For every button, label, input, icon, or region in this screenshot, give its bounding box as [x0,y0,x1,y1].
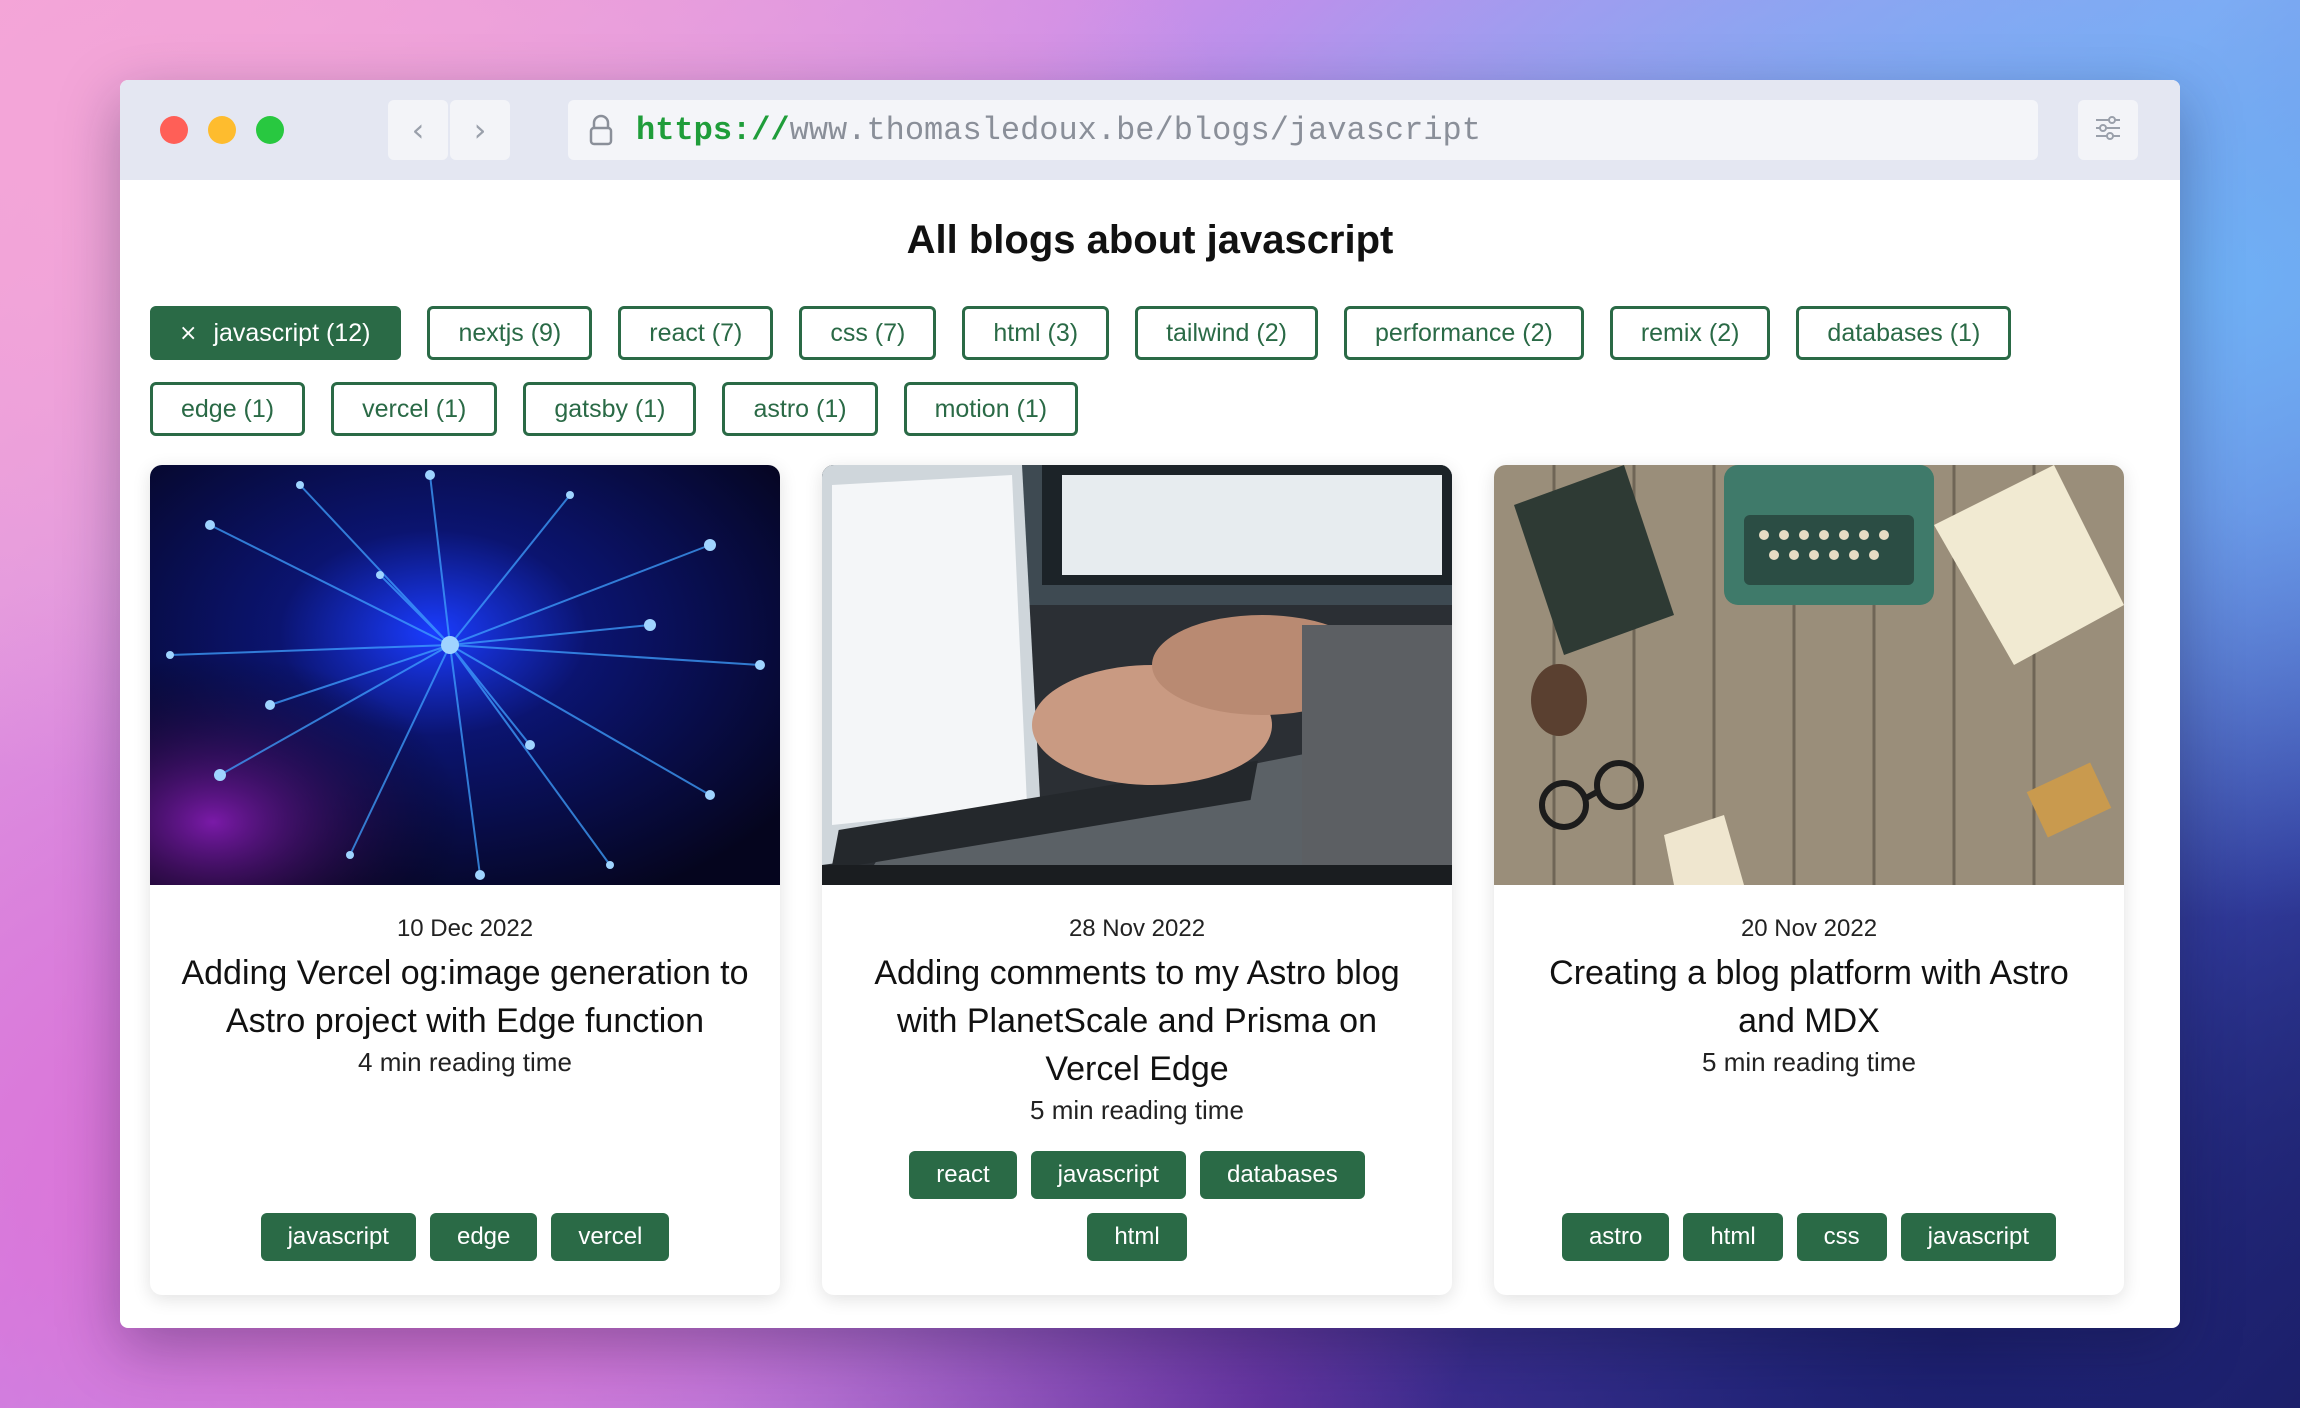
card-reading-time: 5 min reading time [1030,1095,1244,1125]
filter-chip-label: javascript (12) [213,318,371,347]
url-scheme: https:// [636,111,790,149]
card-title[interactable]: Adding comments to my Astro blog with Pl… [822,949,1452,1093]
blog-card[interactable]: 10 Dec 2022 Adding Vercel og:image genera… [150,465,780,1295]
card-tag[interactable]: vercel [551,1213,670,1261]
filter-chip-label: motion (1) [934,394,1048,423]
filter-chip-label: css (7) [830,318,906,347]
lock-icon [584,113,618,147]
card-tag-list: javascript edge vercel [150,1213,780,1261]
maximize-window-button[interactable] [256,116,284,144]
card-reading-time: 4 min reading time [358,1047,572,1077]
filter-chip-databases[interactable]: databases (1) [1796,306,2012,360]
card-tag-list: react javascript databases html [822,1151,1452,1261]
url-path: www.thomasledoux.be/blogs/javascript [789,111,1481,149]
card-tag[interactable]: databases [1199,1151,1365,1199]
back-button[interactable]: ‹ [388,100,448,160]
page-title: All blogs about javascript [906,218,1394,262]
blog-card-grid: 10 Dec 2022 Adding Vercel og:image genera… [150,465,2150,1295]
laptop-typing-image[interactable] [822,465,1452,885]
fiber-optic-image[interactable] [150,465,780,885]
filter-chip-label: databases (1) [1827,318,1981,347]
forward-button[interactable]: › [450,100,510,160]
card-tag[interactable]: javascript [1900,1213,2057,1261]
card-tag[interactable]: react [909,1151,1017,1199]
card-date: 10 Dec 2022 [396,915,534,942]
close-window-button[interactable] [160,116,188,144]
filter-chip-label: performance (2) [1374,318,1553,347]
typewriter-desk-image[interactable] [1494,465,2124,885]
browser-window: ‹ › https:// www.thomasledoux.be/blogs/j… [120,80,2180,1328]
card-date: 28 Nov 2022 [1068,915,1206,942]
card-title[interactable]: Creating a blog platform with Astro and … [1494,949,2124,1045]
blog-card[interactable]: 20 Nov 2022 Creating a blog platform with… [1494,465,2124,1295]
filter-chip-javascript[interactable]: × javascript (12) [150,306,402,360]
filter-chip-label: html (3) [993,318,1079,347]
filter-chip-label: edge (1) [181,394,275,423]
filter-chip-react[interactable]: react (7) [618,306,774,360]
sliders-icon [2093,115,2123,146]
filter-chip-vercel[interactable]: vercel (1) [331,382,498,436]
card-tag[interactable]: css [1796,1213,1887,1261]
filter-chip-remix[interactable]: remix (2) [1609,306,1771,360]
card-tag-list: astro html css javascript [1494,1213,2124,1261]
card-tag[interactable]: html [1683,1213,1783,1261]
address-bar[interactable]: https:// www.thomasledoux.be/blogs/javas… [568,100,2038,160]
card-tag[interactable]: html [1087,1213,1187,1261]
filter-chip-label: remix (2) [1640,318,1740,347]
filter-chip-css[interactable]: css (7) [799,306,937,360]
card-tag[interactable]: javascript [1030,1151,1186,1199]
filter-chip-label: gatsby (1) [554,394,666,423]
filter-chip-nextjs[interactable]: nextjs (9) [427,306,593,360]
filter-chip-astro[interactable]: astro (1) [722,382,878,436]
blog-card[interactable]: 28 Nov 2022 Adding comments to my Astro b… [822,465,1452,1295]
filter-chip-edge[interactable]: edge (1) [150,382,306,436]
filter-chip-gatsby[interactable]: gatsby (1) [523,382,697,436]
tag-filter-list: × javascript (12) nextjs (9) react (7) css (… [150,306,2150,436]
card-tag[interactable]: javascript [260,1213,416,1261]
minimize-window-button[interactable] [208,116,236,144]
filter-chip-performance[interactable]: performance (2) [1343,306,1584,360]
chevron-left-icon: ‹ [411,111,425,149]
filter-chip-tailwind[interactable]: tailwind (2) [1135,306,1318,360]
filter-chip-label: vercel (1) [362,394,467,423]
card-tag[interactable]: edge [429,1213,538,1261]
filter-chip-motion[interactable]: motion (1) [903,382,1079,436]
filter-chip-label: react (7) [649,318,743,347]
filter-chip-label: astro (1) [753,394,847,423]
card-tag[interactable]: astro [1561,1213,1670,1261]
filter-chip-label: nextjs (9) [458,318,562,347]
close-icon: × [179,320,198,346]
filter-chip-label: tailwind (2) [1166,318,1287,347]
settings-button[interactable] [2078,100,2138,160]
card-date: 20 Nov 2022 [1740,915,1878,942]
filter-chip-html[interactable]: html (3) [962,306,1110,360]
browser-toolbar: ‹ › https:// www.thomasledoux.be/blogs/j… [120,80,2180,180]
chevron-right-icon: › [473,111,487,149]
card-title[interactable]: Adding Vercel og:image generation to Ast… [150,949,780,1045]
card-reading-time: 5 min reading time [1702,1047,1916,1077]
